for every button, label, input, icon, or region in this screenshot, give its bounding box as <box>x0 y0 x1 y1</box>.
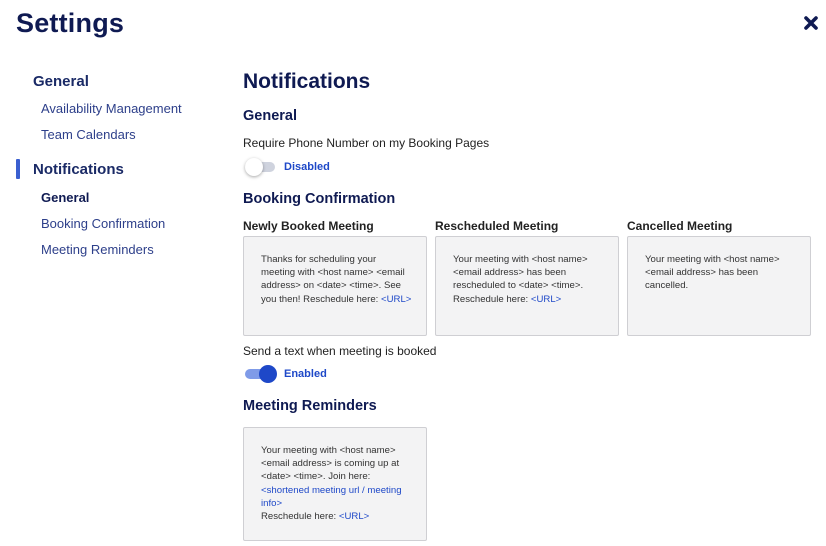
rescheduled-message-box[interactable]: Your meeting with <host name> <email add… <box>435 236 619 336</box>
general-section-title: General <box>243 108 297 124</box>
newly-booked-heading: Newly Booked Meeting <box>243 219 374 233</box>
sidebar-item-general[interactable]: General <box>41 190 89 205</box>
sidebar-item-booking-confirmation[interactable]: Booking Confirmation <box>41 216 165 231</box>
meeting-reminders-section-title: Meeting Reminders <box>243 398 377 414</box>
cancelled-heading: Cancelled Meeting <box>627 219 733 233</box>
message-url-token: <URL> <box>381 293 412 305</box>
toggle-knob <box>259 365 277 383</box>
sidebar-heading-general[interactable]: General <box>33 73 89 90</box>
page-title: Settings <box>16 8 125 38</box>
send-text-status: Enabled <box>284 368 327 380</box>
send-text-label: Send a text when meeting is booked <box>243 344 437 358</box>
reschedule-url-token: <URL> <box>338 511 370 523</box>
panel-title: Notifications <box>243 70 371 93</box>
settings-page: Settings General Availability Management… <box>0 0 826 546</box>
toggle-knob <box>245 158 263 176</box>
sidebar-item-team-calendars[interactable]: Team Calendars <box>41 127 136 142</box>
message-url-token: <URL> <box>530 293 562 305</box>
notifications-panel: Notifications General Require Phone Numb… <box>243 0 818 546</box>
reschedule-text: Reschedule here: <box>261 511 337 523</box>
active-section-indicator <box>16 159 20 179</box>
meeting-reminder-message-box[interactable]: Your meeting with <host name> <email add… <box>243 427 427 541</box>
rescheduled-heading: Rescheduled Meeting <box>435 219 559 233</box>
message-text: Your meeting with <host name> <email add… <box>645 254 780 292</box>
phone-required-toggle[interactable] <box>245 158 277 176</box>
message-text: Your meeting with <host name> <email add… <box>453 254 588 305</box>
phone-required-status: Disabled <box>284 161 330 173</box>
message-text: Your meeting with <host name> <email add… <box>261 445 400 483</box>
meeting-url-token: <shortened meeting url / meeting info> <box>261 484 402 509</box>
cancelled-message-box[interactable]: Your meeting with <host name> <email add… <box>627 236 811 336</box>
sidebar-item-availability-management[interactable]: Availability Management <box>41 101 182 116</box>
send-text-toggle[interactable] <box>245 365 277 383</box>
booking-confirmation-section-title: Booking Confirmation <box>243 191 396 207</box>
sidebar-item-meeting-reminders[interactable]: Meeting Reminders <box>41 242 154 257</box>
sidebar-heading-notifications[interactable]: Notifications <box>33 161 124 178</box>
phone-required-label: Require Phone Number on my Booking Pages <box>243 136 490 150</box>
newly-booked-message-box[interactable]: Thanks for scheduling your meeting with … <box>243 236 427 336</box>
